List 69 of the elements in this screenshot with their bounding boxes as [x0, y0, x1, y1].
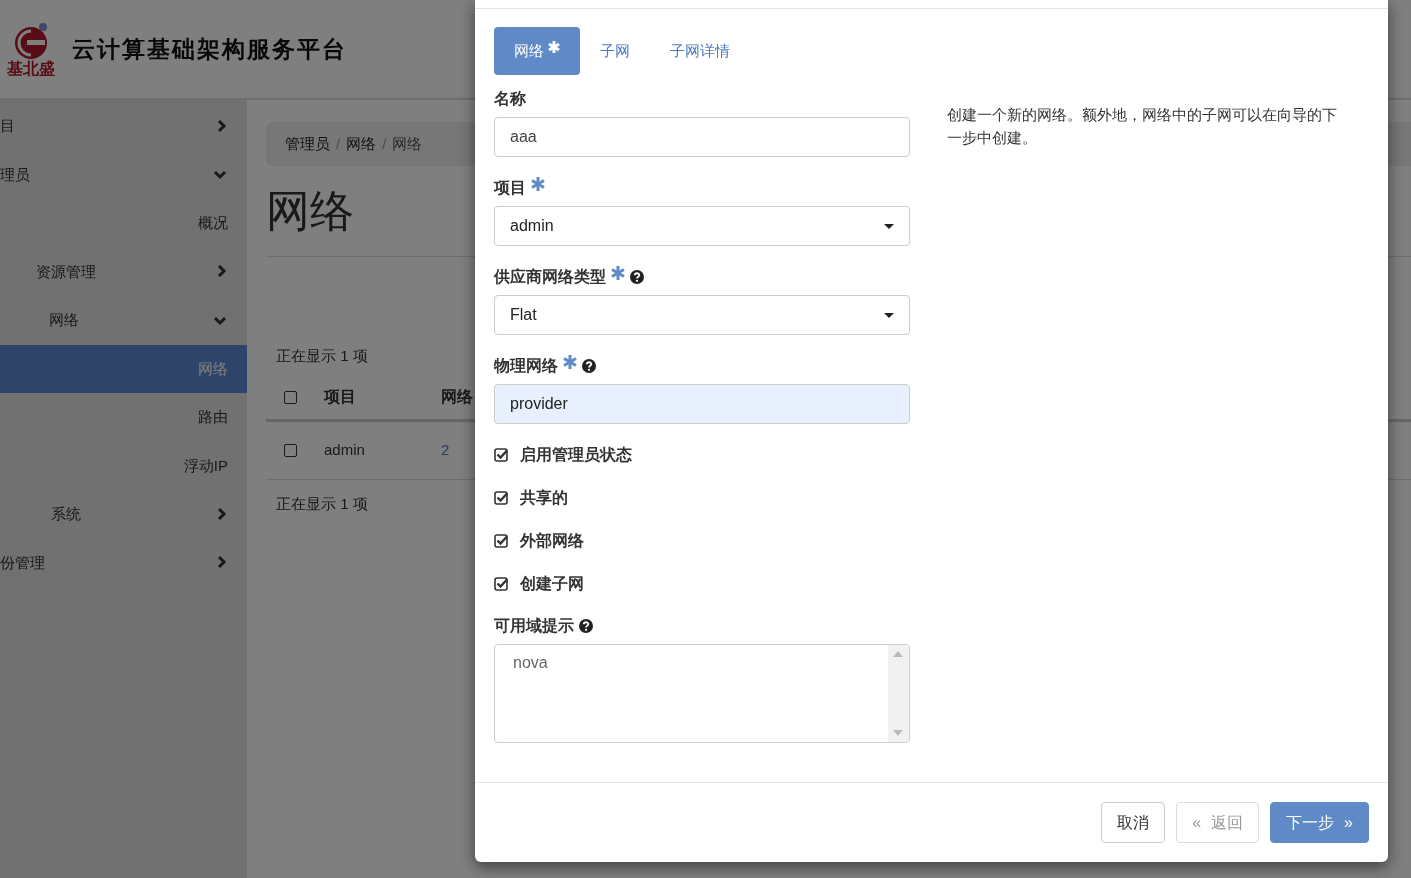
next-button[interactable]: 下一步 »	[1270, 802, 1369, 843]
sidebar-item[interactable]: 目	[0, 102, 247, 151]
required-icon	[611, 266, 625, 280]
required-icon	[563, 355, 577, 369]
table-summary: 正在显示 1 项	[275, 346, 368, 366]
input-field[interactable]: provider	[494, 384, 910, 424]
sidebar-item[interactable]: 网络	[0, 344, 247, 393]
list-option[interactable]: nova	[513, 651, 870, 675]
breadcrumb-link[interactable]: 管理员	[285, 132, 330, 156]
sidebar-item[interactable]: 理员	[0, 150, 247, 199]
scrollbar[interactable]	[887, 645, 909, 742]
table-summary: 正在显示 1 项	[275, 494, 368, 514]
checkbox[interactable]: 启用管理员状态	[494, 433, 910, 476]
help-icon	[630, 270, 644, 284]
checkbox[interactable]	[284, 444, 297, 457]
column-header[interactable]: 项目	[324, 385, 441, 409]
description-text: 创建一个新的网络。额外地，网络中的子网可以在向导的下一步中创建。	[946, 106, 1338, 148]
sidebar-item[interactable]: 系统	[0, 490, 247, 539]
breadcrumb-separator: /	[336, 133, 341, 154]
field-label: 可用域提示	[494, 616, 574, 636]
field-label: 项目	[494, 178, 526, 198]
site-title: 云计算基础架构服务平台	[72, 33, 347, 64]
checkbox-icon	[494, 576, 508, 591]
checkbox-icon	[494, 447, 508, 462]
field-label: 物理网络	[494, 356, 558, 376]
caret-icon	[883, 223, 894, 229]
checkbox[interactable]: 共享的	[494, 476, 910, 519]
sidebar-item[interactable]: 份管理	[0, 538, 247, 587]
sidebar-item[interactable]: 网络	[0, 296, 247, 345]
tab[interactable]: 子网详情	[650, 27, 750, 75]
logo-text: 基北盛	[7, 61, 55, 77]
page-title: 网络	[266, 189, 354, 237]
breadcrumb-link[interactable]: 网络	[346, 132, 377, 156]
sidebar-item[interactable]: 路由	[0, 393, 247, 442]
checkbox[interactable]: 创建子网	[494, 562, 910, 605]
checkbox[interactable]: 外部网络	[494, 519, 910, 562]
checkbox-icon	[494, 533, 508, 548]
required-icon	[531, 177, 545, 191]
chevron-right-icon	[216, 119, 227, 133]
listbox[interactable]: nova	[494, 644, 910, 743]
tab[interactable]: 网络	[494, 27, 580, 75]
select-field[interactable]: Flat	[494, 295, 910, 335]
select-field[interactable]: admin	[494, 206, 910, 246]
sidebar-item[interactable]: 概况	[0, 199, 247, 248]
sidebar-item[interactable]: 资源管理	[0, 247, 247, 296]
column-header[interactable]: 网络	[441, 385, 473, 409]
table-link[interactable]: 2	[441, 439, 450, 462]
chevron-down-icon	[213, 169, 227, 181]
help-icon	[582, 359, 596, 373]
cancel-button[interactable]: 取消	[1101, 802, 1166, 843]
chevron-right-icon	[216, 265, 227, 279]
field-label: 名称	[494, 89, 526, 109]
chevron-down-icon	[213, 314, 227, 326]
checkbox-icon	[494, 490, 508, 505]
tab[interactable]: 子网	[580, 27, 650, 75]
checkbox[interactable]	[284, 390, 297, 404]
table-cell-text: admin	[324, 440, 366, 461]
help-icon	[579, 619, 593, 633]
scroll-down-icon[interactable]	[893, 730, 904, 736]
scroll-up-icon[interactable]	[893, 651, 904, 657]
chevron-right-icon	[216, 507, 227, 521]
required-icon	[548, 41, 560, 53]
input-field[interactable]: aaa	[494, 117, 910, 157]
breadcrumb-separator: /	[382, 133, 387, 154]
chevron-right-icon	[216, 556, 227, 570]
sidebar-item[interactable]: 浮动IP	[0, 441, 247, 490]
breadcrumb-current: 网络	[392, 133, 423, 154]
field-label: 供应商网络类型	[494, 267, 606, 287]
caret-icon	[883, 312, 894, 318]
